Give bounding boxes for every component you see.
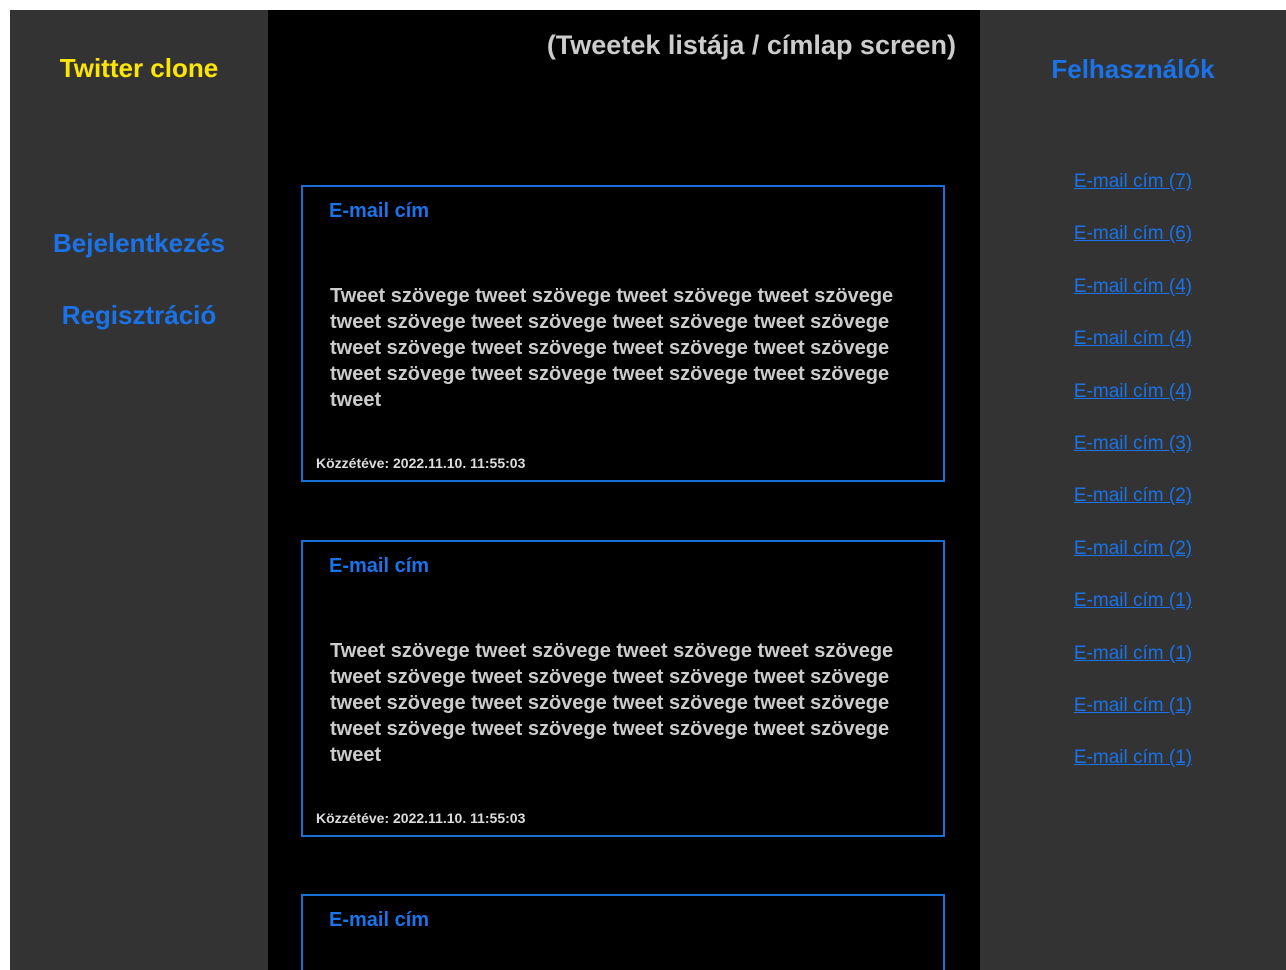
user-link[interactable]: E-mail cím (4)	[1074, 328, 1192, 349]
user-link[interactable]: E-mail cím (1)	[1074, 695, 1192, 716]
user-link[interactable]: E-mail cím (1)	[1074, 643, 1192, 664]
list-item: E-mail cím (4)	[980, 328, 1286, 380]
brand-title[interactable]: Twitter clone	[10, 53, 268, 84]
list-item: E-mail cím (2)	[980, 485, 1286, 537]
list-item: E-mail cím (3)	[980, 433, 1286, 485]
screen-title: (Tweetek listája / címlap screen)	[546, 30, 956, 60]
list-item: E-mail cím (1)	[980, 590, 1286, 642]
app-frame: Twitter clone Bejelentkezés Regisztráció…	[10, 10, 1286, 970]
tweet-date: Közzétéve: 2022.11.10. 11:55:03	[316, 810, 526, 826]
tweet-card: E-mail cím Tweet szövege tweet szövege t…	[301, 185, 945, 482]
tweet-author[interactable]: E-mail cím	[329, 555, 429, 578]
register-link[interactable]: Regisztráció	[10, 300, 268, 331]
user-link[interactable]: E-mail cím (1)	[1074, 747, 1192, 768]
user-link[interactable]: E-mail cím (4)	[1074, 381, 1192, 402]
users-title: Felhasználók	[1051, 54, 1215, 84]
list-item: E-mail cím (7)	[980, 171, 1286, 223]
user-link[interactable]: E-mail cím (6)	[1074, 223, 1192, 244]
tweet-card: E-mail cím Tweet szövege tweet szövege t…	[301, 540, 945, 837]
tweet-text: Tweet szövege tweet szövege tweet szöveg…	[330, 640, 894, 766]
list-item: E-mail cím (2)	[980, 538, 1286, 590]
login-link[interactable]: Bejelentkezés	[10, 228, 268, 259]
user-link[interactable]: E-mail cím (2)	[1074, 485, 1192, 506]
list-item: E-mail cím (1)	[980, 695, 1286, 747]
user-link[interactable]: E-mail cím (4)	[1074, 276, 1192, 297]
user-link[interactable]: E-mail cím (7)	[1074, 171, 1192, 192]
tweet-feed: (Tweetek listája / címlap screen) E-mail…	[268, 10, 980, 970]
users-list: E-mail cím (7) E-mail cím (6) E-mail cím…	[980, 171, 1286, 800]
user-link[interactable]: E-mail cím (3)	[1074, 433, 1192, 454]
list-item: E-mail cím (4)	[980, 381, 1286, 433]
left-sidebar: Twitter clone Bejelentkezés Regisztráció	[10, 10, 268, 970]
list-item: E-mail cím (1)	[980, 747, 1286, 799]
user-link[interactable]: E-mail cím (1)	[1074, 590, 1192, 611]
tweet-date: Közzétéve: 2022.11.10. 11:55:03	[316, 455, 526, 471]
user-link[interactable]: E-mail cím (2)	[1074, 538, 1192, 559]
list-item: E-mail cím (4)	[980, 276, 1286, 328]
tweet-text: Tweet szövege tweet szövege tweet szöveg…	[330, 285, 894, 411]
right-sidebar: Felhasználók E-mail cím (7) E-mail cím (…	[980, 10, 1286, 970]
tweet-card: E-mail cím	[301, 894, 945, 970]
list-item: E-mail cím (1)	[980, 643, 1286, 695]
tweet-author[interactable]: E-mail cím	[329, 200, 429, 223]
list-item: E-mail cím (6)	[980, 223, 1286, 275]
tweet-author[interactable]: E-mail cím	[329, 909, 429, 932]
